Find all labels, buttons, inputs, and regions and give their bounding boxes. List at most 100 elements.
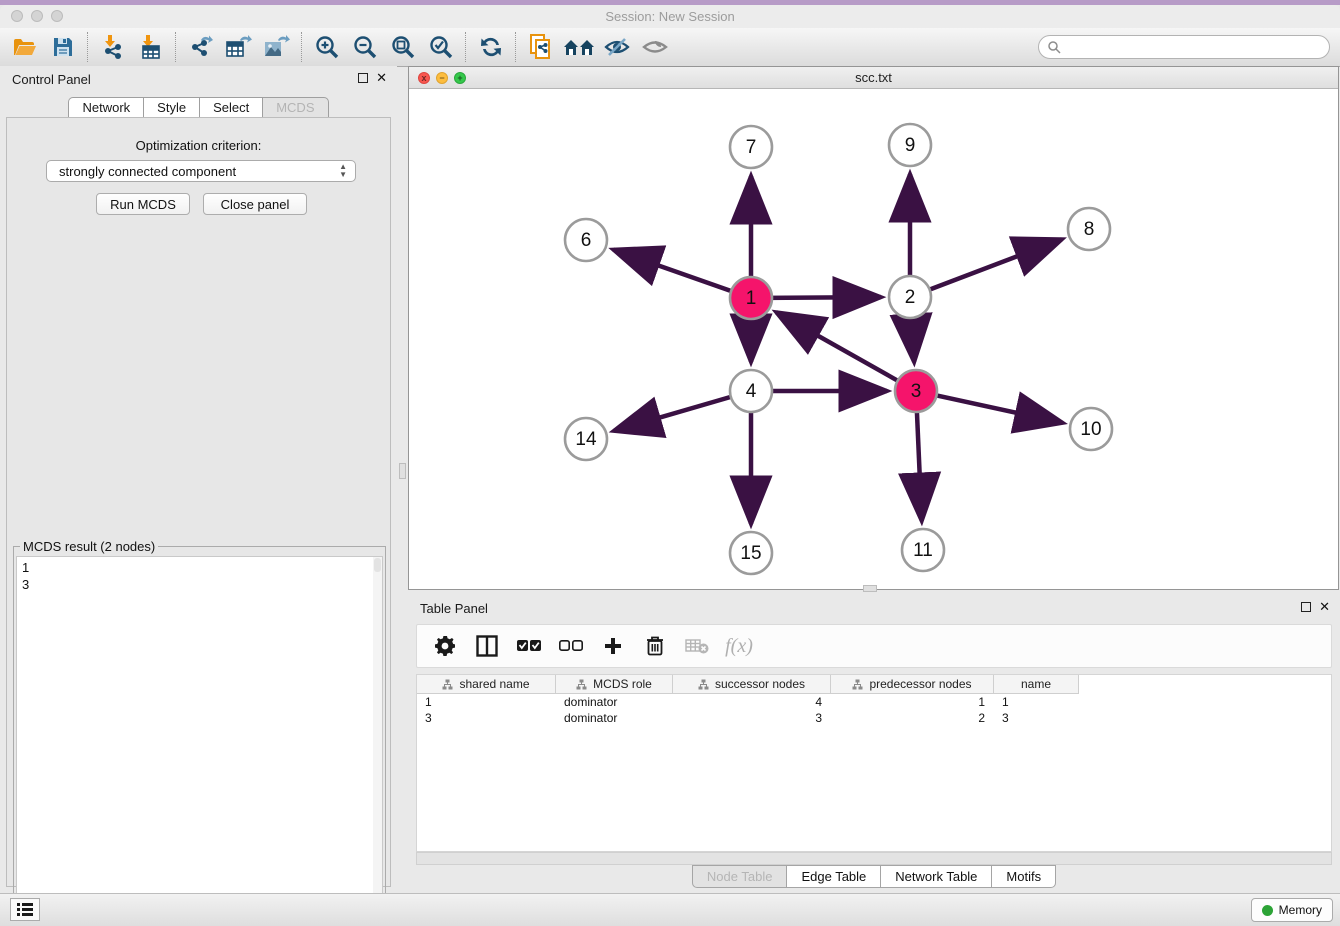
zoom-selected-button[interactable] <box>422 31 460 63</box>
graph-node-label-14: 14 <box>575 429 597 450</box>
refresh-button[interactable] <box>472 31 510 63</box>
zoom-fit-button[interactable] <box>384 31 422 63</box>
import-network-button[interactable] <box>94 31 132 63</box>
graph-edge-4-14[interactable] <box>614 396 735 431</box>
memory-button[interactable]: Memory <box>1251 898 1333 922</box>
export-network-icon <box>188 34 214 60</box>
column-header-predecessor-nodes[interactable]: predecessor nodes <box>831 675 994 694</box>
graph-edge-2-8[interactable] <box>926 239 1062 291</box>
select-stepper-icon: ▲▼ <box>339 163 347 179</box>
graph-edge-1-6[interactable] <box>613 250 735 293</box>
checked-boxes-icon <box>517 639 541 653</box>
node-table-header: shared name MCDS role successor nodes pr… <box>417 675 1331 694</box>
graph-node-label-11: 11 <box>913 540 933 561</box>
network-window-title: scc.txt <box>409 70 1338 85</box>
close-panel-button[interactable]: Close panel <box>203 193 307 215</box>
tab-select[interactable]: Select <box>199 97 262 119</box>
double-home-icon <box>563 36 595 58</box>
optimization-criterion-select[interactable]: strongly connected component ▲▼ <box>46 160 356 182</box>
window-title: Session: New Session <box>0 9 1340 24</box>
hierarchy-icon <box>576 679 587 690</box>
graph-node-label-10: 10 <box>1080 419 1101 440</box>
export-network-button[interactable] <box>182 31 220 63</box>
horizontal-splitter-grip[interactable] <box>863 585 877 592</box>
table-row[interactable]: 3 dominator 3 2 3 <box>417 710 1331 726</box>
open-folder-icon <box>12 36 38 58</box>
search-input[interactable] <box>1038 35 1330 59</box>
tab-motifs[interactable]: Motifs <box>991 865 1056 888</box>
node-table: shared name MCDS role successor nodes pr… <box>416 674 1332 852</box>
deselect-all-button[interactable] <box>559 634 583 658</box>
memory-label: Memory <box>1279 903 1322 917</box>
graph-edge-3-1[interactable] <box>776 312 901 382</box>
graph-edge-2-3[interactable] <box>911 314 914 362</box>
search-icon <box>1047 40 1061 54</box>
zoom-fit-icon <box>390 34 416 60</box>
table-panel: Table Panel ✕ f(x) shared name MCDS role… <box>408 595 1340 888</box>
graph-node-label-8: 8 <box>1084 219 1095 240</box>
table-panel-close-icon[interactable]: ✕ <box>1319 602 1330 612</box>
graph-node-label-3: 3 <box>911 381 922 402</box>
home-views-button[interactable] <box>560 31 598 63</box>
hide-graphics-button[interactable] <box>598 31 636 63</box>
column-header-name[interactable]: name <box>994 675 1079 694</box>
control-panel-close-icon[interactable]: ✕ <box>376 73 387 83</box>
graph-edge-1-2[interactable] <box>768 297 881 298</box>
open-session-button[interactable] <box>6 31 44 63</box>
table-row[interactable]: 1 dominator 4 1 1 <box>417 694 1331 710</box>
columns-icon <box>476 635 498 657</box>
table-tabs: Node Table Edge Table Network Table Moti… <box>408 865 1340 888</box>
show-columns-button[interactable] <box>475 634 499 658</box>
table-settings-button[interactable] <box>433 634 457 658</box>
result-scrollbar[interactable] <box>373 557 382 923</box>
optimization-criterion-label: Optimization criterion: <box>7 138 390 153</box>
import-table-button[interactable] <box>132 31 170 63</box>
graph-node-label-2: 2 <box>905 287 916 308</box>
column-header-shared-name[interactable]: shared name <box>417 675 556 694</box>
delete-table-button[interactable] <box>685 634 709 658</box>
tab-node-table[interactable]: Node Table <box>692 865 787 888</box>
delete-column-button[interactable] <box>643 634 667 658</box>
eye-icon <box>641 35 669 59</box>
function-builder-button[interactable]: f(x) <box>727 634 751 658</box>
graph-node-label-15: 15 <box>740 543 761 564</box>
import-table-icon <box>138 34 164 60</box>
table-panel-float-icon[interactable] <box>1301 602 1311 612</box>
zoom-out-button[interactable] <box>346 31 384 63</box>
clone-network-button[interactable] <box>522 31 560 63</box>
table-delete-icon <box>685 637 709 655</box>
tab-network[interactable]: Network <box>68 97 143 119</box>
network-canvas-svg[interactable]: 7968124314101511 <box>409 89 1338 589</box>
select-all-button[interactable] <box>517 634 541 658</box>
mcds-panel: Optimization criterion: strongly connect… <box>6 117 391 887</box>
column-header-mcds-role[interactable]: MCDS role <box>556 675 673 694</box>
add-column-button[interactable] <box>601 634 625 658</box>
graph-node-label-1: 1 <box>746 288 757 309</box>
table-horizontal-scrollbar[interactable] <box>416 852 1332 865</box>
column-header-successor-nodes[interactable]: successor nodes <box>673 675 831 694</box>
tab-network-table[interactable]: Network Table <box>880 865 991 888</box>
mcds-result-textarea[interactable]: 1 3 <box>16 556 383 924</box>
status-bar: Memory <box>0 893 1340 926</box>
network-view-window: x − + scc.txt 7968124314101511 <box>408 66 1339 590</box>
export-table-button[interactable] <box>220 31 258 63</box>
show-graphics-button[interactable] <box>636 31 674 63</box>
export-image-button[interactable] <box>258 31 296 63</box>
zoom-in-button[interactable] <box>308 31 346 63</box>
mcds-result-text: 1 3 <box>22 559 29 593</box>
zoom-out-icon <box>352 34 378 60</box>
graph-edge-3-10[interactable] <box>933 395 1063 423</box>
run-mcds-button[interactable]: Run MCDS <box>96 193 190 215</box>
graph-edge-3-11[interactable] <box>917 408 922 521</box>
tab-edge-table[interactable]: Edge Table <box>786 865 880 888</box>
save-session-button[interactable] <box>44 31 82 63</box>
graph-node-label-9: 9 <box>905 135 916 156</box>
task-history-button[interactable] <box>10 898 40 921</box>
vertical-splitter-grip[interactable] <box>399 463 406 479</box>
control-panel-float-icon[interactable] <box>358 73 368 83</box>
table-toolbar: f(x) <box>416 624 1332 668</box>
eye-slash-icon <box>603 35 631 59</box>
import-network-icon <box>100 34 126 60</box>
tab-style[interactable]: Style <box>143 97 199 119</box>
tab-mcds[interactable]: MCDS <box>262 97 328 119</box>
